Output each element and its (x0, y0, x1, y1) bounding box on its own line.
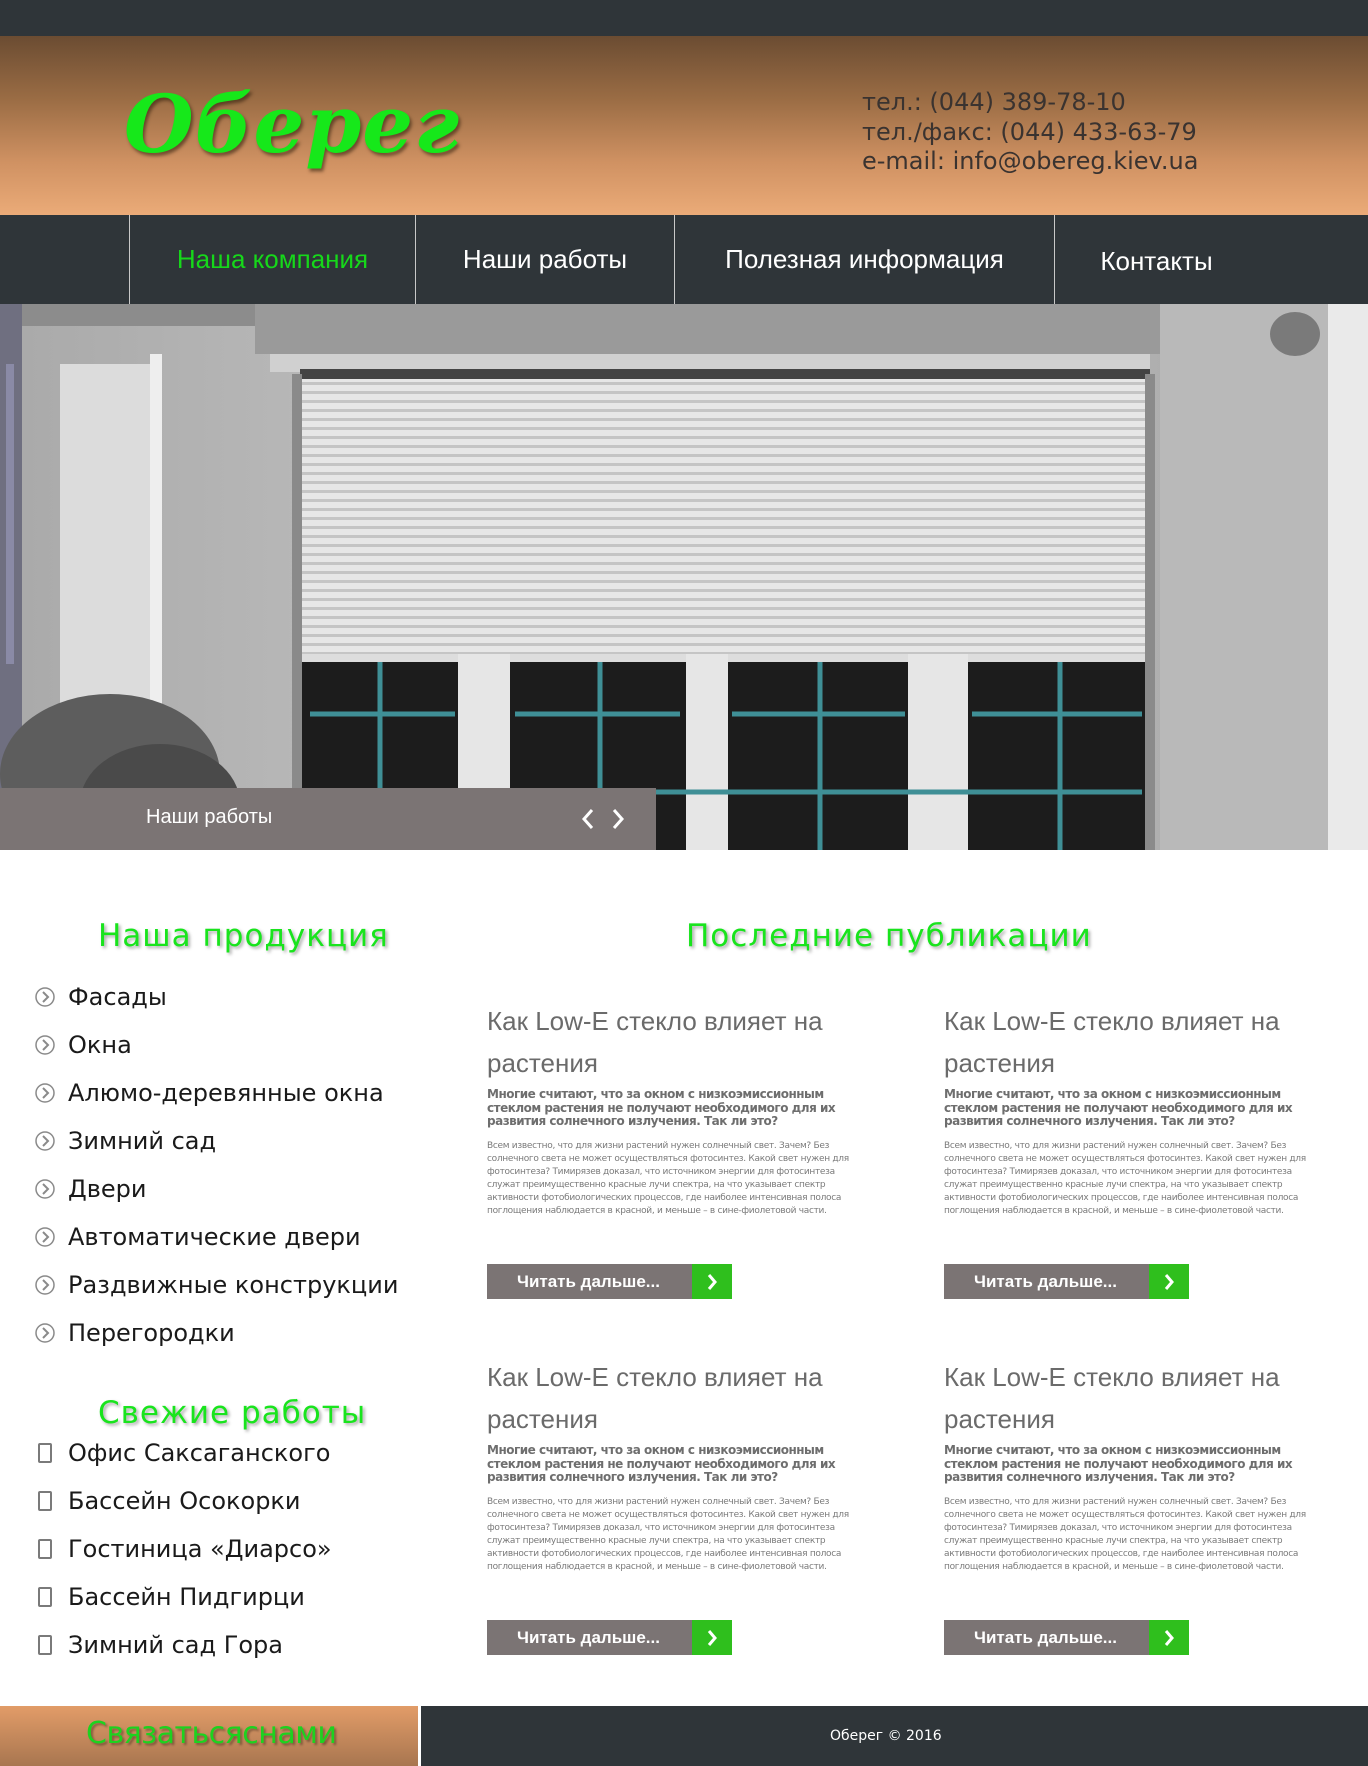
nav-item-info[interactable]: Полезная информация (674, 215, 1054, 304)
hero-slider-image (0, 304, 1368, 850)
read-more-label: Читать дальше... (974, 1628, 1117, 1647)
circle-chevron-icon (35, 1227, 55, 1247)
contact-us-link[interactable]: Связатьсяснами (86, 1716, 337, 1751)
square-bullet-icon (38, 1491, 52, 1511)
square-bullet-icon (38, 1443, 52, 1463)
work-label: Зимний сад Гора (68, 1631, 283, 1659)
nav-item-works[interactable]: Наши работы (415, 215, 674, 304)
logo[interactable]: Оберег (124, 84, 460, 164)
product-label: Алюмо-деревянные окна (68, 1079, 384, 1107)
work-item[interactable]: Офис Саксаганского (38, 1437, 330, 1469)
square-bullet-icon (38, 1635, 52, 1655)
publication-title[interactable]: Как Low-E стекло влияет на растения (944, 1000, 1314, 1084)
chevron-right-icon (1149, 1620, 1189, 1655)
publication-lead: Многие считают, что за окном с низкоэмис… (487, 1443, 836, 1484)
publication-excerpt: Всем известно, что для жизни растений ну… (944, 1140, 1306, 1216)
publication-lead: Многие считают, что за окном с низкоэмис… (944, 1087, 1293, 1128)
work-item[interactable]: Гостиница «Диарсо» (38, 1533, 332, 1565)
publication-title[interactable]: Как Low-E стекло влияет на растения (944, 1356, 1314, 1440)
product-item[interactable]: Двери (34, 1174, 147, 1204)
product-label: Зимний сад (68, 1127, 217, 1155)
product-item[interactable]: Зимний сад (34, 1126, 216, 1156)
product-label: Окна (68, 1031, 132, 1059)
publication-excerpt: Всем известно, что для жизни растений ну… (487, 1496, 849, 1572)
product-item[interactable]: Окна (34, 1030, 132, 1060)
work-label: Бассейн Пидгирци (68, 1583, 305, 1611)
products-section-title: Наша продукция (98, 918, 389, 954)
publication-card: Как Low-E стекло влияет на растения Мног… (487, 1356, 857, 1655)
chevron-right-icon (692, 1264, 732, 1299)
circle-chevron-icon (35, 1035, 55, 1055)
read-more-button[interactable]: Читать дальше... (944, 1620, 1189, 1655)
publication-lead: Многие считают, что за окном с низкоэмис… (944, 1443, 1293, 1484)
nav-item-company[interactable]: Наша компания (129, 215, 415, 304)
product-item[interactable]: Перегородки (34, 1318, 235, 1348)
read-more-button[interactable]: Читать дальше... (487, 1264, 732, 1299)
product-item[interactable]: Фасады (34, 982, 167, 1012)
product-label: Раздвижные конструкции (68, 1271, 399, 1299)
circle-chevron-icon (35, 1131, 55, 1151)
publication-card: Как Low-E стекло влияет на растения Мног… (944, 1000, 1314, 1299)
contact-info: тел.: (044) 389-78-10 тел./факс: (044) 4… (862, 88, 1198, 177)
chevron-right-icon[interactable] (607, 804, 629, 834)
footer-bar: Оберег © 2016 (421, 1706, 1368, 1766)
chevron-right-icon (692, 1620, 732, 1655)
product-label: Двери (68, 1175, 147, 1203)
publications-section-title: Последние публикации (686, 918, 1092, 954)
square-bullet-icon (38, 1587, 52, 1607)
main-nav: Наша компания Наши работы Полезная инфор… (0, 215, 1368, 304)
publication-title[interactable]: Как Low-E стекло влияет на растения (487, 1000, 857, 1084)
site-header: Оберег тел.: (044) 389-78-10 тел./факс: … (0, 36, 1368, 215)
publication-excerpt: Всем известно, что для жизни растений ну… (944, 1496, 1306, 1572)
read-more-button[interactable]: Читать дальше... (944, 1264, 1189, 1299)
read-more-label: Читать дальше... (974, 1272, 1117, 1291)
nav-item-contacts[interactable]: Контакты (1054, 215, 1258, 304)
product-label: Автоматические двери (68, 1223, 361, 1251)
circle-chevron-icon (35, 1083, 55, 1103)
publication-lead: Многие считают, что за окном с низкоэмис… (487, 1087, 836, 1128)
circle-chevron-icon (35, 1179, 55, 1199)
phone-text: тел.: (044) 389-78-10 (862, 88, 1126, 116)
chevron-right-icon (1149, 1264, 1189, 1299)
product-item[interactable]: Автоматические двери (34, 1222, 361, 1252)
slider-caption-bar: Наши работы (0, 788, 656, 850)
circle-chevron-icon (35, 1275, 55, 1295)
work-item[interactable]: Бассейн Осокорки (38, 1485, 301, 1517)
work-label: Бассейн Осокорки (68, 1487, 301, 1515)
read-more-button[interactable]: Читать дальше... (487, 1620, 732, 1655)
chevron-left-icon[interactable] (577, 804, 599, 834)
circle-chevron-icon (35, 1323, 55, 1343)
work-label: Гостиница «Диарсо» (68, 1535, 332, 1563)
product-label: Фасады (68, 983, 167, 1011)
publication-title[interactable]: Как Low-E стекло влияет на растения (487, 1356, 857, 1440)
copyright-text: Оберег © 2016 (830, 1728, 942, 1744)
publication-card: Как Low-E стекло влияет на растения Мног… (487, 1000, 857, 1299)
square-bullet-icon (38, 1539, 52, 1559)
read-more-label: Читать дальше... (517, 1628, 660, 1647)
top-bar (0, 0, 1368, 36)
product-item[interactable]: Раздвижные конструкции (34, 1270, 398, 1300)
read-more-label: Читать дальше... (517, 1272, 660, 1291)
roller-shutter-photo (0, 304, 1368, 850)
product-label: Перегородки (68, 1319, 235, 1347)
circle-chevron-icon (35, 987, 55, 1007)
work-item[interactable]: Бассейн Пидгирци (38, 1581, 305, 1613)
publication-card: Как Low-E стекло влияет на растения Мног… (944, 1356, 1314, 1655)
fax-text: тел./факс: (044) 433-63-79 (862, 117, 1197, 146)
work-label: Офис Саксаганского (68, 1439, 331, 1467)
product-item[interactable]: Алюмо-деревянные окна (34, 1078, 384, 1108)
email-link[interactable]: e-mail: info@obereg.kiev.ua (862, 147, 1198, 177)
publication-excerpt: Всем известно, что для жизни растений ну… (487, 1140, 849, 1216)
slider-caption: Наши работы (146, 806, 273, 828)
footer-contact-panel: Связатьсяснами (0, 1706, 418, 1766)
work-item[interactable]: Зимний сад Гора (38, 1629, 283, 1661)
recent-works-title: Свежие работы (98, 1395, 367, 1431)
